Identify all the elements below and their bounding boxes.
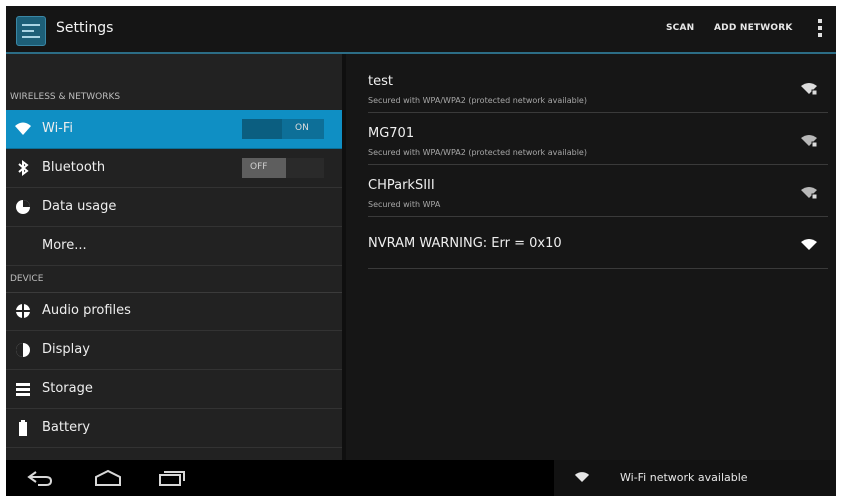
audio-profiles-icon <box>16 304 30 318</box>
sidebar-item-label: Bluetooth <box>42 160 106 175</box>
network-ssid: CHParkSIII <box>368 178 435 193</box>
list-item-network[interactable]: test Secured with WPA/WPA2 (protected ne… <box>368 60 828 113</box>
sidebar-item-audio-profiles[interactable]: Audio profiles <box>6 292 342 331</box>
action-bar: Settings SCAN ADD NETWORK <box>6 6 836 54</box>
network-security: Secured with WPA <box>368 200 441 209</box>
wifi-locked-icon <box>801 187 818 200</box>
sidebar-item-display[interactable]: Display <box>6 331 342 370</box>
settings-list: WIRELESS & NETWORKS Wi-Fi ON Bluetooth O… <box>6 54 342 460</box>
data-usage-icon <box>16 200 30 214</box>
add-network-button[interactable]: ADD NETWORK <box>714 23 793 33</box>
sidebar-item-storage[interactable]: Storage <box>6 370 342 409</box>
system-nav-bar: Wi-Fi network available <box>6 460 836 496</box>
sidebar-item-label: Wi-Fi <box>42 121 74 136</box>
app-title: Settings <box>56 20 114 36</box>
sidebar-item-label: Storage <box>42 381 93 396</box>
list-item-network[interactable]: CHParkSIII Secured with WPA <box>368 164 828 217</box>
list-item-network[interactable]: MG701 Secured with WPA/WPA2 (protected n… <box>368 112 828 165</box>
storage-icon <box>16 383 30 396</box>
recent-apps-icon[interactable] <box>158 469 186 487</box>
sidebar-item-wifi[interactable]: Wi-Fi ON <box>6 110 342 149</box>
bluetooth-toggle[interactable]: OFF <box>242 158 324 178</box>
battery-icon <box>19 420 27 436</box>
device-screen: Settings SCAN ADD NETWORK WIRELESS & NET… <box>6 6 836 496</box>
wifi-icon <box>574 472 590 482</box>
notification-text: Wi-Fi network available <box>620 471 748 484</box>
sidebar-item-label: Battery <box>42 420 91 435</box>
wifi-locked-icon <box>801 135 818 148</box>
settings-icon[interactable] <box>16 16 46 46</box>
sidebar-item-label: More... <box>42 238 87 253</box>
wifi-icon <box>15 122 31 135</box>
toggle-label: ON <box>295 123 309 133</box>
network-security: Secured with WPA/WPA2 (protected network… <box>368 96 587 105</box>
wifi-toggle[interactable]: ON <box>242 119 324 139</box>
network-security: Secured with WPA/WPA2 (protected network… <box>368 148 587 157</box>
wifi-locked-icon <box>801 83 818 96</box>
sidebar-item-more[interactable]: More... <box>6 227 342 266</box>
network-ssid: test <box>368 74 393 89</box>
sidebar-item-bluetooth[interactable]: Bluetooth OFF <box>6 149 342 188</box>
sidebar-item-label: Audio profiles <box>42 303 131 318</box>
sidebar-item-data-usage[interactable]: Data usage <box>6 188 342 227</box>
bluetooth-icon <box>18 160 29 176</box>
section-header-device: DEVICE <box>6 266 342 293</box>
toggle-label: OFF <box>250 162 268 172</box>
scan-button[interactable]: SCAN <box>666 23 694 33</box>
back-icon[interactable] <box>26 469 54 487</box>
sidebar-item-battery[interactable]: Battery <box>6 409 342 448</box>
notification-area[interactable]: Wi-Fi network available <box>554 460 836 496</box>
section-header-wireless: WIRELESS & NETWORKS <box>6 84 342 111</box>
network-ssid: MG701 <box>368 126 415 141</box>
wifi-icon <box>801 239 817 250</box>
display-icon <box>16 343 30 357</box>
list-item-network[interactable]: NVRAM WARNING: Err = 0x10 <box>368 216 828 269</box>
sidebar-item-label: Display <box>42 342 90 357</box>
sidebar-item-label: Data usage <box>42 199 117 214</box>
wifi-network-list: test Secured with WPA/WPA2 (protected ne… <box>346 54 836 460</box>
network-ssid: NVRAM WARNING: Err = 0x10 <box>368 236 562 251</box>
overflow-menu-icon[interactable] <box>818 19 822 41</box>
home-icon[interactable] <box>92 469 124 487</box>
